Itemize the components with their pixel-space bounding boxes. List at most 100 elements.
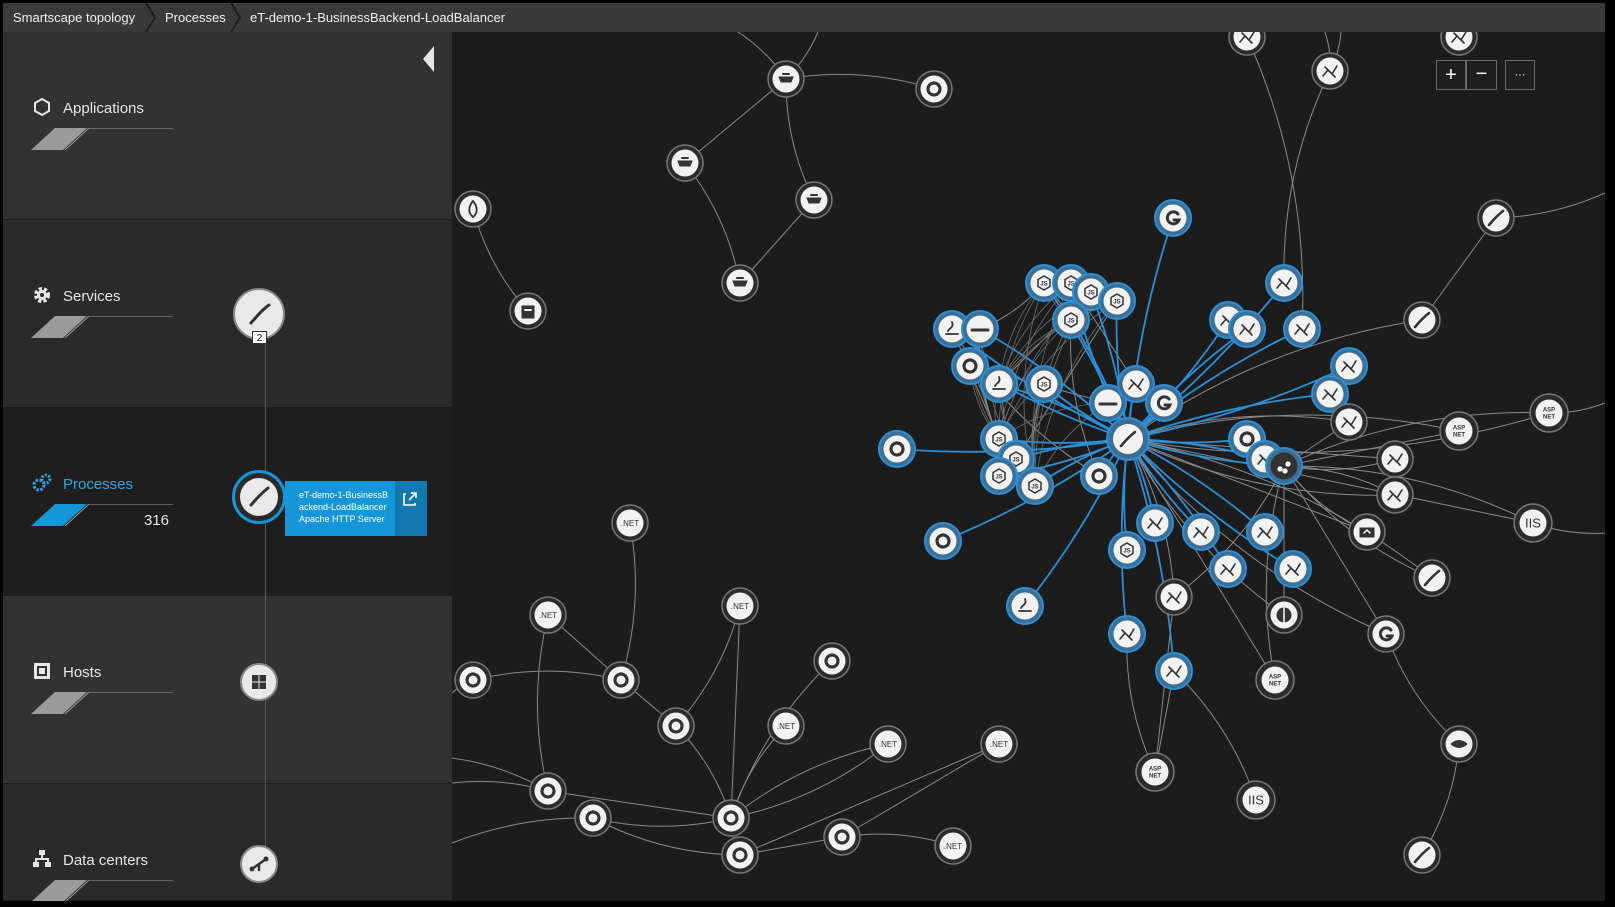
map-node[interactable] [1006, 587, 1044, 625]
selected-process-node[interactable] [232, 470, 286, 524]
map-node[interactable]: JS [980, 457, 1018, 495]
dotnet-icon: .NET [879, 740, 897, 749]
map-node[interactable] [1403, 836, 1441, 874]
map-node[interactable] [1136, 504, 1174, 542]
map-node[interactable] [1440, 32, 1478, 56]
map-node[interactable] [454, 190, 492, 228]
map-node[interactable] [924, 522, 962, 560]
map-node[interactable] [454, 661, 492, 699]
map-node[interactable] [1182, 513, 1220, 551]
map-node[interactable] [529, 772, 567, 810]
map-node[interactable]: ASPNET [1529, 393, 1569, 433]
map-node[interactable] [602, 661, 640, 699]
map-node[interactable]: IIS [1513, 503, 1553, 543]
map-node[interactable]: ASPNET [1255, 660, 1295, 700]
map-node[interactable] [721, 264, 759, 302]
host-node[interactable] [240, 663, 278, 701]
map-node[interactable] [1330, 403, 1368, 441]
map-node[interactable] [1413, 559, 1451, 597]
open-process-button[interactable] [395, 481, 427, 536]
half-circle-icon [1276, 607, 1292, 623]
topology-edge [684, 78, 787, 164]
map-node[interactable] [1228, 32, 1266, 56]
map-node[interactable]: JS [1052, 301, 1090, 339]
map-node[interactable] [666, 144, 704, 182]
dotnet-icon: .NET [944, 842, 962, 851]
map-node[interactable]: IIS [1236, 780, 1276, 820]
node-label: .NET [990, 740, 1008, 749]
zoom-out-button[interactable]: − [1466, 60, 1497, 90]
map-node[interactable] [915, 70, 953, 108]
topology-map[interactable]: JS JS JS JS JS JS JS JS JS JS JS ASP NET ASP NET IIS ASP… [452, 32, 1605, 901]
map-node[interactable]: ASPNET [1439, 411, 1479, 451]
map-node[interactable]: JS [1025, 365, 1063, 403]
map-node[interactable] [1155, 652, 1193, 690]
collapse-sidebar-icon[interactable] [420, 44, 436, 74]
node-body [1011, 592, 1039, 620]
map-node[interactable] [1477, 199, 1515, 237]
map-node[interactable] [1228, 310, 1266, 348]
map-node[interactable] [1246, 513, 1284, 551]
layer-services[interactable]: Services [3, 220, 452, 408]
map-node[interactable] [980, 365, 1018, 403]
map-node[interactable]: .NET [611, 504, 649, 542]
map-node[interactable] [657, 707, 695, 745]
node-body [607, 666, 635, 694]
map-node[interactable] [1145, 384, 1183, 422]
breadcrumb-item-processes[interactable]: Processes [165, 3, 226, 32]
map-node[interactable] [1348, 513, 1386, 551]
map-node[interactable] [767, 60, 805, 98]
map-node[interactable] [961, 310, 999, 348]
map-node[interactable] [1403, 301, 1441, 339]
map-node[interactable] [1311, 52, 1349, 90]
map-node[interactable] [1367, 615, 1405, 653]
map-node[interactable] [574, 799, 612, 837]
topology-edge [1283, 70, 1331, 284]
zoom-in-button[interactable]: + [1436, 60, 1466, 90]
map-node[interactable]: JS [1016, 467, 1054, 505]
map-node[interactable] [878, 430, 916, 468]
map-node[interactable] [1080, 457, 1118, 495]
hexagon-icon [34, 97, 50, 117]
datacenter-node[interactable] [240, 845, 278, 883]
map-node[interactable]: .NET [529, 596, 567, 634]
breadcrumb-item-smartscape[interactable]: Smartscape topology [13, 3, 135, 32]
map-node[interactable]: .NET [767, 707, 805, 745]
map-node[interactable]: .NET [721, 587, 759, 625]
map-node[interactable] [1376, 476, 1414, 514]
map-node[interactable] [1376, 440, 1414, 478]
map-node[interactable]: .NET [934, 827, 972, 865]
map-node[interactable] [1283, 310, 1321, 348]
node-label: ASP [1543, 408, 1555, 414]
map-node[interactable] [1108, 615, 1146, 653]
map-node[interactable]: JS [1108, 531, 1146, 569]
map-node[interactable] [509, 292, 547, 330]
map-node[interactable] [1274, 550, 1312, 588]
map-node[interactable] [712, 799, 750, 837]
layer-data-centers[interactable]: Data centers [3, 784, 452, 901]
map-node[interactable] [1209, 550, 1247, 588]
map-node[interactable] [1155, 578, 1193, 616]
dotnet-icon: .NET [731, 602, 749, 611]
map-node[interactable] [1265, 596, 1303, 634]
map-node[interactable] [823, 818, 861, 856]
map-node[interactable] [1265, 447, 1303, 485]
layer-applications[interactable]: Applications [3, 32, 452, 220]
map-node[interactable] [795, 181, 833, 219]
map-node[interactable] [1154, 199, 1192, 237]
map-node[interactable]: .NET [980, 725, 1018, 763]
selected-map-node[interactable] [1106, 417, 1150, 461]
map-node[interactable]: .NET [869, 725, 907, 763]
topology-graph[interactable]: JS JSJSJSJSJSJSJSJSJSJSASPNETASPNETIISASP… [452, 32, 1605, 901]
map-node[interactable] [1440, 725, 1478, 763]
map-node[interactable]: ASPNET [1135, 752, 1175, 792]
map-node[interactable]: JS [1098, 282, 1136, 320]
selected-process-info: eT-demo-1-BusinessB ackend-LoadBalancer … [299, 489, 399, 525]
node-label: .NET [621, 519, 639, 528]
more-options-button[interactable]: ··· [1505, 60, 1535, 90]
layer-hosts[interactable]: Hosts [3, 596, 452, 784]
map-node[interactable] [721, 836, 759, 874]
map-node[interactable] [1265, 264, 1303, 302]
node-body [818, 647, 846, 675]
map-node[interactable] [813, 642, 851, 680]
